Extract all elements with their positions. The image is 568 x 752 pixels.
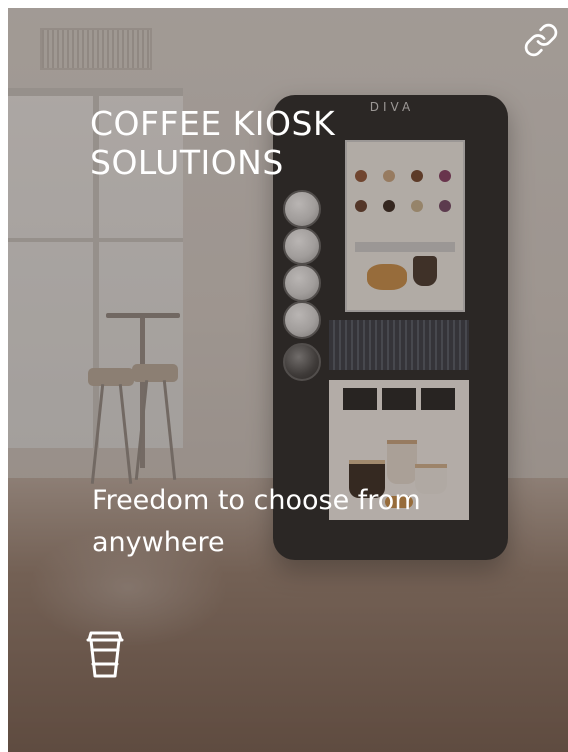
link-icon[interactable] [523,22,559,58]
card-subtitle: Freedom to choose from anywhere [92,485,421,558]
card-heading: COFFEE KIOSK SOLUTIONS [90,104,336,182]
kiosk-card[interactable]: DIVA COFFEE KIOSK SOLUTIONS Freedom to c… [8,8,568,752]
coffee-cup-icon [86,631,124,678]
